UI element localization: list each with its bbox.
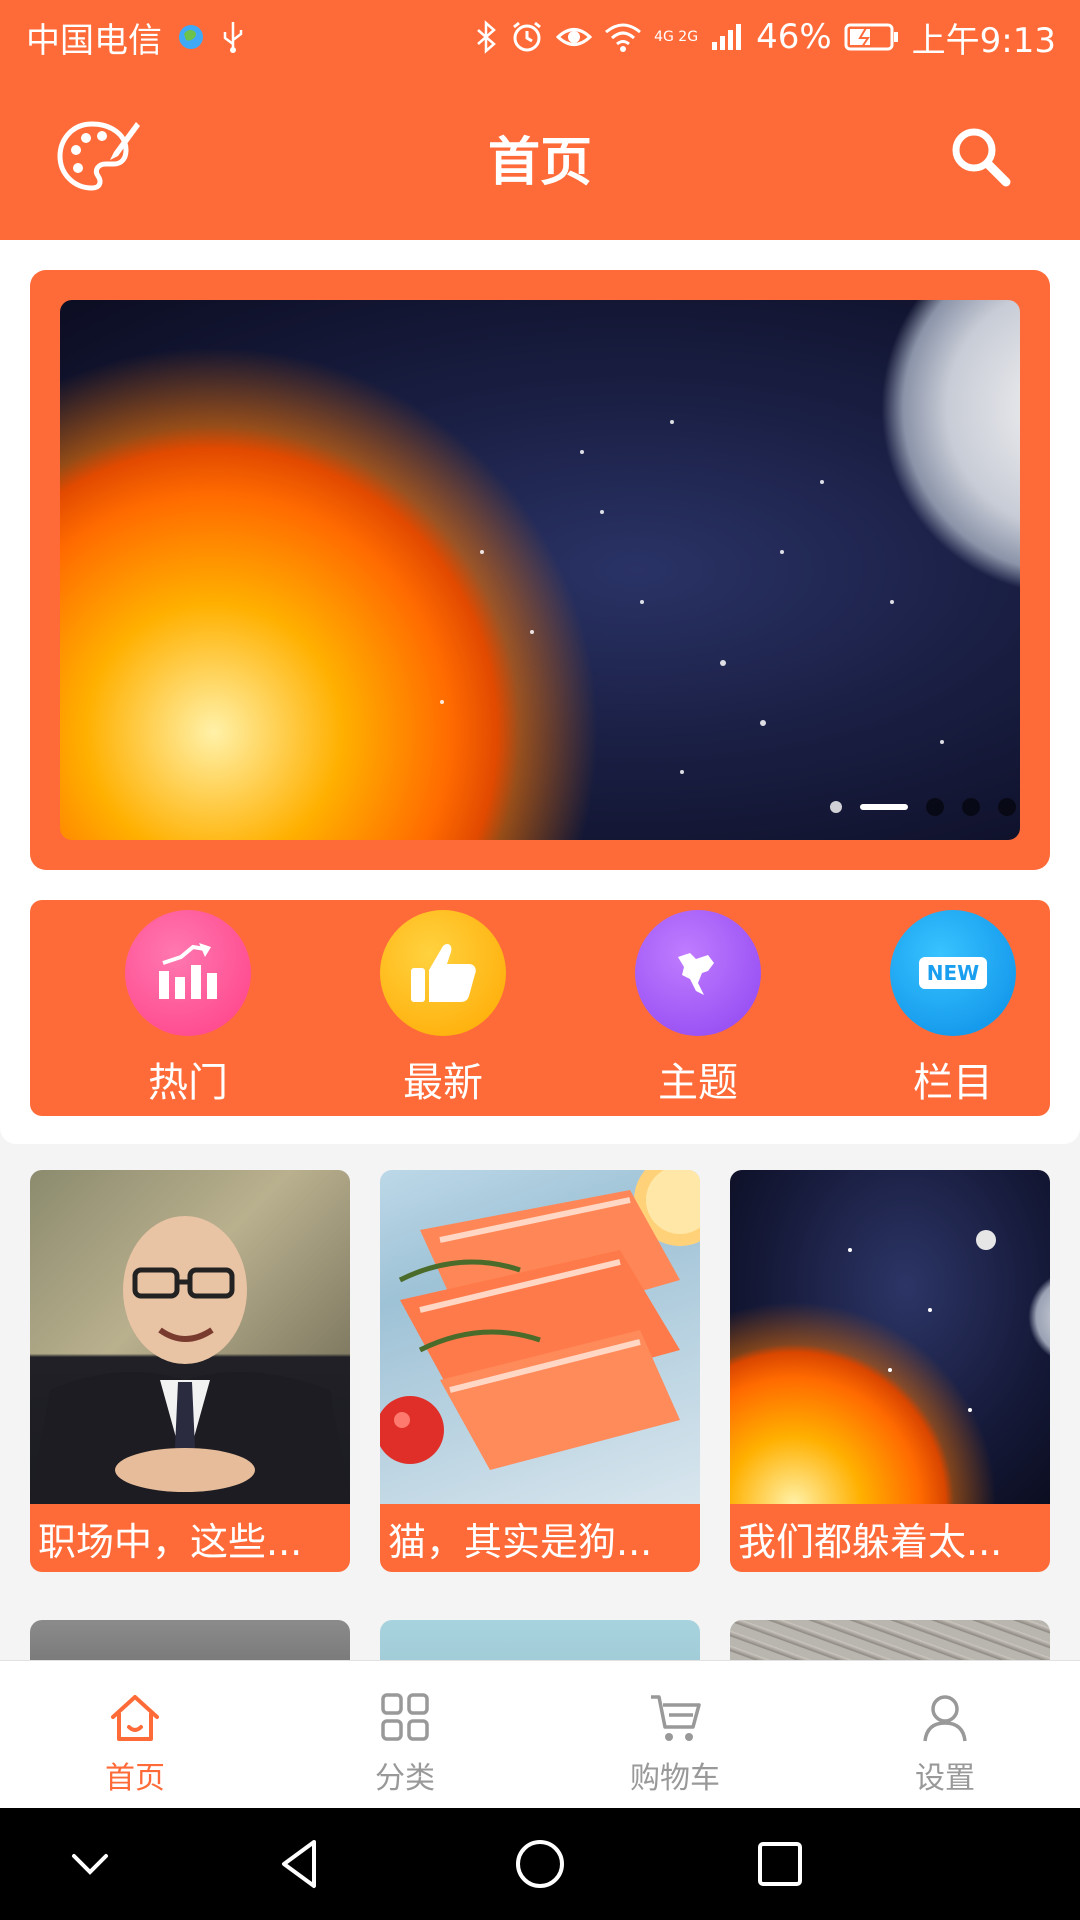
home-icon [111,1695,159,1741]
card-title: 职场中，这些... [30,1504,350,1572]
signal-icon [710,22,744,52]
banner-dot-active[interactable] [860,804,908,810]
tab-label: 分类 [375,1761,435,1796]
grid-icon [381,1693,429,1741]
page-title: 首页 [487,132,592,193]
quick-item-label: 主题 [658,1060,738,1106]
article-card[interactable]: 猫，其实是狗... [380,1170,700,1572]
app-header: 首页 [0,74,1080,240]
banner-dot[interactable] [998,798,1016,816]
search-icon [952,128,1011,187]
bottom-tab-bar: 首页 分类 购物车 设置 [0,1660,1080,1809]
quick-item-theme[interactable]: 主题 [598,910,798,1110]
alarm-icon [510,20,544,54]
cart-icon [651,1695,701,1741]
new-badge: NEW [918,957,988,989]
battery-icon [844,22,900,52]
tab-label: 设置 [915,1761,975,1796]
quick-item-label: 最新 [403,1060,483,1106]
banner-dot[interactable] [962,798,980,816]
card-image [380,1170,700,1504]
palette-icon [57,121,140,191]
nav-home-button[interactable] [508,1832,572,1896]
quick-item-latest[interactable]: 最新 [343,910,543,1110]
new-badge-icon: NEW [890,910,1016,1036]
card-title: 我们都躲着太... [730,1504,1050,1572]
eye-icon [556,22,593,52]
thumbs-up-icon [380,910,506,1036]
clock: 上午9:13 [911,20,1056,61]
search-button[interactable] [946,122,1016,192]
usb-icon [220,20,246,54]
quick-item-column[interactable]: NEW 栏目 [853,910,1053,1110]
tab-label: 首页 [105,1761,165,1796]
globe-status-icon [176,22,206,52]
banner-dot[interactable] [830,801,842,813]
banner-dot[interactable] [926,798,944,816]
card-image [30,1170,350,1504]
banner-image[interactable] [60,300,1020,840]
banner-carousel[interactable] [30,270,1050,870]
top-panel: 热门 最新 主题 NEW 栏目 [0,240,1080,1144]
palette-button[interactable] [56,118,142,194]
nav-back-button[interactable] [268,1832,332,1896]
bar-chart-icon [125,910,251,1036]
carrier-label: 中国电信 [26,20,162,61]
article-card[interactable]: 我们都躲着太... [730,1170,1050,1572]
tab-cart[interactable]: 购物车 [540,1661,810,1809]
tab-settings[interactable]: 设置 [810,1661,1080,1809]
tab-label: 购物车 [630,1761,720,1796]
article-card[interactable]: 职场中，这些... [30,1170,350,1572]
nav-collapse-button[interactable] [58,1832,122,1896]
quick-item-label: 栏目 [913,1060,993,1106]
card-title: 猫，其实是狗... [380,1504,700,1572]
banner-pagination [830,798,1016,816]
status-bar: 中国电信 4G 2G 46% 上午9:13 [0,0,1080,74]
quick-item-hot[interactable]: 热门 [88,910,288,1110]
network-type-label: 4G 2G [654,29,699,45]
quick-item-label: 热门 [148,1060,228,1106]
globe-icon [635,910,761,1036]
quick-menu: 热门 最新 主题 NEW 栏目 [30,900,1050,1116]
nav-recents-button[interactable] [748,1832,812,1896]
battery-percent: 46% [756,17,832,57]
user-icon [923,1695,967,1742]
wifi-icon [604,22,642,52]
card-image [730,1170,1050,1504]
bluetooth-icon [474,20,498,54]
system-nav-bar [0,1808,1080,1920]
tab-category[interactable]: 分类 [270,1661,540,1809]
tab-home[interactable]: 首页 [0,1661,270,1809]
